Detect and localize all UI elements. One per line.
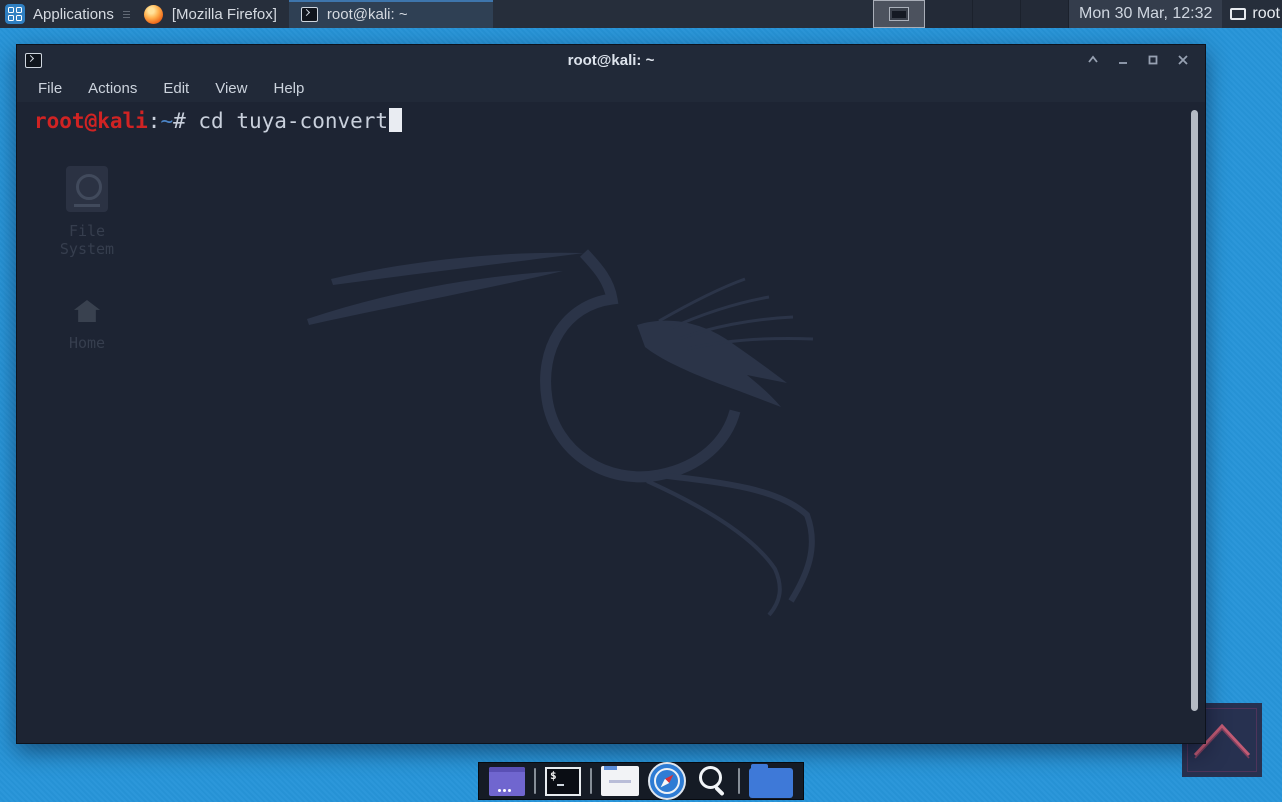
scrollbar-thumb[interactable] (1191, 110, 1198, 711)
home-icon (74, 300, 100, 322)
panel-right-group: Mon 30 Mar, 12:32 root (873, 0, 1282, 28)
window-title: root@kali: ~ (567, 51, 655, 69)
dock-search-icon[interactable] (695, 764, 729, 798)
maximize-button[interactable] (1145, 52, 1161, 68)
terminal-prompt-line: root@kali:~# cd tuya-convert (34, 108, 403, 133)
prompt-user-host: root@kali (34, 109, 148, 133)
menu-file[interactable]: File (36, 78, 64, 99)
terminal-content[interactable]: File System Home root@kali:~# cd tuya-co… (17, 102, 1205, 743)
panel-separator (122, 0, 132, 28)
typed-command: cd tuya-convert (198, 109, 389, 133)
clock-label: Mon 30 Mar, 12:32 (1079, 5, 1213, 22)
terminal-titlebar[interactable]: root@kali: ~ (17, 45, 1205, 75)
terminal-menubar: File Actions Edit View Help (17, 75, 1205, 102)
user-label: root (1252, 5, 1280, 22)
dock-file-manager-icon[interactable] (749, 763, 793, 798)
window-controls (1085, 52, 1191, 68)
terminal-icon (300, 6, 318, 22)
workspace-2[interactable] (925, 0, 973, 28)
dock-separator (738, 768, 740, 794)
session-indicator[interactable]: root (1222, 0, 1282, 28)
dock (478, 762, 804, 800)
filesystem-icon (66, 166, 108, 212)
workspace-4[interactable] (1021, 0, 1069, 28)
dock-separator (534, 768, 536, 794)
desktop-icon-label: File System (59, 222, 115, 258)
kali-desktop: { "top_panel": { "applications_label": "… (0, 0, 1282, 802)
dock-text-editor-icon[interactable] (601, 766, 639, 796)
taskbar-item-firefox[interactable]: [Mozilla Firefox] (132, 0, 289, 28)
clock[interactable]: Mon 30 Mar, 12:32 (1069, 0, 1223, 28)
dock-windows-icon[interactable] (489, 766, 525, 796)
dock-terminal-icon[interactable] (545, 766, 581, 796)
menu-edit[interactable]: Edit (161, 78, 191, 99)
show-desktop-icon (1230, 8, 1247, 20)
workspace-window-preview (889, 7, 909, 21)
applications-menu-icon (5, 4, 25, 24)
prompt-separator: : (147, 109, 161, 133)
applications-menu-button[interactable]: Applications (0, 0, 122, 28)
kali-dragon-watermark (307, 249, 815, 617)
taskbar-item-label: [Mozilla Firefox] (171, 5, 277, 23)
desktop-icon-label: Home (68, 334, 106, 352)
close-button[interactable] (1175, 52, 1191, 68)
workspace-3[interactable] (973, 0, 1021, 28)
desktop-icon-home[interactable]: Home (47, 300, 127, 352)
workspace-switcher (873, 0, 1069, 28)
prompt-symbol: # (173, 109, 199, 133)
terminal-window-icon (25, 52, 42, 68)
menu-view[interactable]: View (213, 78, 249, 99)
dock-web-browser-icon[interactable] (648, 762, 686, 800)
minimize-button[interactable] (1115, 52, 1131, 68)
menu-actions[interactable]: Actions (86, 78, 139, 99)
desktop-icon-filesystem[interactable]: File System (47, 166, 127, 258)
menu-help[interactable]: Help (271, 78, 306, 99)
workspace-1[interactable] (873, 0, 925, 28)
taskbar-item-terminal[interactable]: root@kali: ~ (288, 0, 493, 28)
taskbar-item-label: root@kali: ~ (326, 5, 408, 23)
dock-separator (590, 768, 592, 794)
applications-menu-label: Applications (33, 5, 114, 23)
prompt-path: ~ (160, 109, 174, 133)
shade-button[interactable] (1085, 52, 1101, 68)
terminal-cursor (389, 108, 403, 132)
terminal-window: root@kali: ~ File Actions Edit View Help… (16, 44, 1206, 744)
top-panel: Applications [Mozilla Firefox] root@kali… (0, 0, 1282, 28)
firefox-icon (143, 4, 163, 24)
terminal-scrollbar[interactable] (1191, 110, 1198, 711)
compass-needle (659, 773, 676, 790)
